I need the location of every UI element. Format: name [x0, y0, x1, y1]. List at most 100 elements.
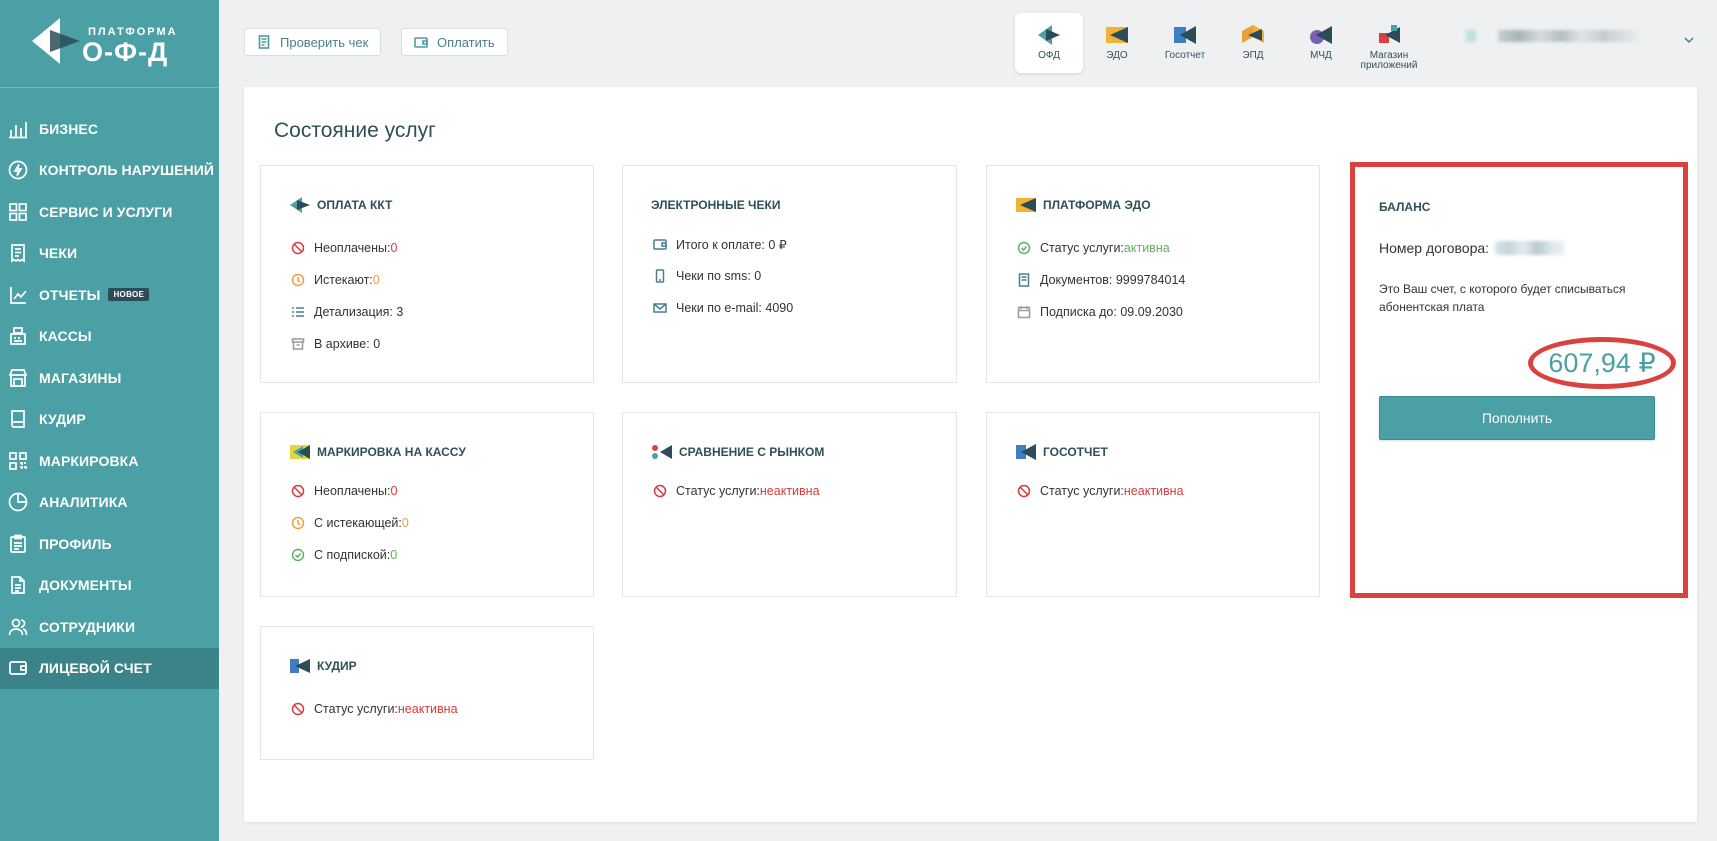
sidebar-item-label: БИЗНЕС — [39, 120, 99, 137]
subscribed-row[interactable]: С подпиской: 0 — [291, 539, 409, 571]
sidebar-item-kudir[interactable]: КУДиР — [0, 399, 219, 441]
subscription-row: Подписка до: 09.09.2030 — [1017, 296, 1185, 328]
card-edo-platform: ПЛАТФОРМА ЭДО Статус услуги: активна Док… — [986, 165, 1320, 383]
users-icon — [8, 617, 28, 637]
check-circle-icon — [1017, 241, 1031, 255]
pay-button[interactable]: Оплатить — [401, 28, 508, 56]
total-row: Итого к оплате: 0 ₽ — [653, 228, 793, 260]
app-edo[interactable]: ЭДО — [1083, 13, 1151, 73]
row-label: С подпиской: — [314, 548, 391, 562]
balance-note: Это Ваш счет, с которого будет списывать… — [1379, 282, 1626, 314]
ofd-app-icon — [1038, 25, 1060, 45]
user-account[interactable] — [1448, 22, 1638, 50]
sidebar-item-label: ДОКУМЕНТЫ — [39, 577, 132, 594]
lightning-icon — [8, 160, 28, 180]
unpaid-row[interactable]: Неоплачены: 0 — [291, 475, 409, 507]
row-text: Чеки по e-mail: 4090 — [676, 301, 794, 315]
bar-chart-icon — [8, 119, 28, 139]
sidebar-item-cash-registers[interactable]: КАССЫ — [0, 316, 219, 358]
app-switcher: ОФД ЭДО Госотчет ЭПД МЧД Магазин приложе… — [1015, 13, 1423, 73]
book-icon — [8, 409, 28, 429]
card-rows: Статус услуги: активна Документов: 99997… — [1017, 232, 1185, 328]
card-title: КУДИР — [289, 657, 357, 675]
sidebar-item-business[interactable]: БИЗНЕС — [0, 108, 219, 150]
page-title: Состояние услуг — [274, 119, 436, 142]
sidebar-item-employees[interactable]: СОТРУДНИКИ — [0, 606, 219, 648]
sidebar-item-receipts[interactable]: ЧЕКИ — [0, 233, 219, 275]
card-title: ПЛАТФОРМА ЭДО — [1015, 196, 1151, 214]
ban-icon — [291, 241, 305, 255]
gosotchet-logo-icon — [1016, 444, 1036, 460]
row-value: 0 — [401, 516, 409, 530]
ban-icon — [1017, 484, 1031, 498]
card-title-text: ГОСОТЧЕТ — [1043, 445, 1108, 459]
status-value: активна — [1123, 241, 1170, 255]
grid-icon — [8, 202, 28, 222]
details-row[interactable]: Детализация: 3 — [291, 296, 403, 328]
app-label: ЭПД — [1242, 50, 1264, 61]
sidebar-item-personal-account[interactable]: ЛИЦЕВОЙ СЧЕТ — [0, 647, 219, 689]
sidebar-item-documents[interactable]: ДОКУМЕНТЫ — [0, 565, 219, 607]
app-label: ЭДО — [1106, 50, 1128, 61]
card-rows: Неоплачены: 0 С истекающей: 0 С подписко… — [291, 475, 409, 571]
row-text: Документов: 9999784014 — [1040, 273, 1186, 287]
row-text: Детализация: 3 — [314, 305, 404, 319]
sidebar-item-label: СОТРУДНИКИ — [39, 618, 136, 635]
app-gosotchet[interactable]: Госотчет — [1151, 13, 1219, 73]
card-title: МАРКИРОВКА НА КАССУ — [289, 443, 466, 461]
card-electronic-receipts: ЭЛЕКТРОННЫЕ ЧЕКИ Итого к оплате: 0 ₽ Чек… — [622, 165, 957, 383]
sidebar-item-label: КУДиР — [39, 411, 86, 428]
sidebar-item-profile[interactable]: ПРОФИЛЬ — [0, 523, 219, 565]
app-marketplace[interactable]: Магазин приложений — [1355, 13, 1423, 73]
row-label: Статус услуги: — [1040, 484, 1124, 498]
logo[interactable]: ПЛАТФОРМА О-Ф-Д — [32, 16, 192, 72]
chevron-down-icon[interactable] — [1683, 34, 1695, 46]
app-label: Госотчет — [1164, 50, 1206, 61]
app-label: Магазин приложений — [1360, 50, 1418, 71]
archive-row[interactable]: В архиве: 0 — [291, 328, 403, 360]
calendar-icon — [1017, 305, 1031, 319]
sidebar-item-reports[interactable]: ОТЧЕТЫ НОВОЕ — [0, 274, 219, 316]
wallet-icon — [8, 658, 28, 678]
check-receipt-button[interactable]: Проверить чек — [244, 28, 382, 56]
receipt-icon — [258, 35, 270, 49]
app-mchd[interactable]: МЧД — [1287, 13, 1355, 73]
expiring-row[interactable]: Истекают: 0 — [291, 264, 403, 296]
sidebar-item-stores[interactable]: МАГАЗИНЫ — [0, 357, 219, 399]
marking-logo-icon — [290, 445, 310, 459]
mchd-app-icon — [1310, 26, 1332, 44]
unpaid-row[interactable]: Неоплачены: 0 — [291, 232, 403, 264]
sidebar-item-analytics[interactable]: АНАЛИТИКА — [0, 482, 219, 524]
card-title: СРАВНЕНИЕ С РЫНКОМ — [651, 443, 824, 461]
sidebar-item-violations[interactable]: КОНТРОЛЬ НАРУШЕНИЙ — [0, 150, 219, 192]
card-rows: Статус услуги: неактивна — [653, 475, 820, 507]
row-text: Итого к оплате: 0 ₽ — [676, 237, 787, 252]
sidebar-item-services[interactable]: СЕРВИС И УСЛУГИ — [0, 191, 219, 233]
pie-chart-icon — [8, 492, 28, 512]
topup-button[interactable]: Пополнить — [1379, 396, 1655, 440]
sidebar-item-marking[interactable]: МАРКИРОВКА — [0, 440, 219, 482]
balance-amount: 607,94 ₽ — [1528, 337, 1676, 389]
card-marking: МАРКИРОВКА НА КАССУ Неоплачены: 0 С исте… — [260, 412, 594, 597]
card-kudir: КУДИР Статус услуги: неактивна — [260, 626, 594, 760]
app-epd[interactable]: ЭПД — [1219, 13, 1287, 73]
clipboard-icon — [8, 534, 28, 554]
row-value: 0 — [390, 484, 398, 498]
row-label: С истекающей: — [314, 516, 402, 530]
app-ofd[interactable]: ОФД — [1015, 13, 1083, 73]
ban-icon — [291, 484, 305, 498]
card-kkt-payment: ОПЛАТА ККТ Неоплачены: 0 Истекают: 0 Дет… — [260, 165, 594, 383]
avatar — [1466, 30, 1476, 42]
row-label: Неоплачены: — [314, 241, 391, 255]
card-title-text: КУДИР — [317, 659, 357, 673]
row-value: 0 — [390, 548, 398, 562]
sidebar-item-label: ОТЧЕТЫ — [39, 286, 101, 303]
new-badge: НОВОЕ — [108, 288, 150, 302]
row-label: Статус услуги: — [676, 484, 760, 498]
sidebar-item-label: АНАЛИТИКА — [39, 494, 128, 511]
sidebar-item-label: МАРКИРОВКА — [39, 452, 139, 469]
expiring-row[interactable]: С истекающей: 0 — [291, 507, 409, 539]
status-row: Статус услуги: неактивна — [653, 475, 820, 507]
row-text: Подписка до: 09.09.2030 — [1040, 305, 1183, 319]
card-rows: Статус услуги: неактивна — [291, 693, 458, 725]
